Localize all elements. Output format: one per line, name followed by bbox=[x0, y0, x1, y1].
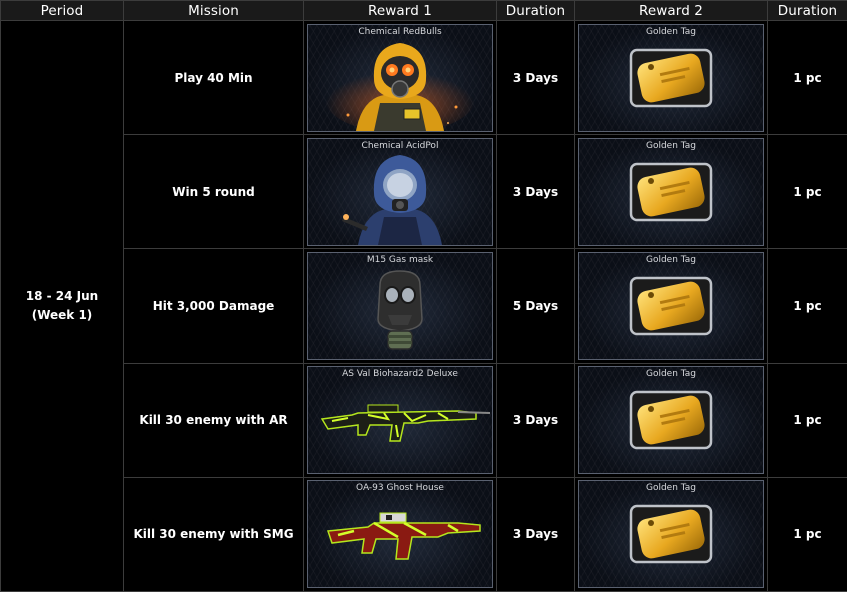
reward-1-item-name: M15 Gas mask bbox=[366, 254, 434, 265]
reward-1-cell: AS Val Biohazard2 Deluxe bbox=[303, 362, 497, 478]
mission-cell: Win 5 round bbox=[123, 134, 304, 250]
duration-1-cell: 3 Days bbox=[496, 134, 575, 250]
header-period: Period bbox=[0, 0, 124, 21]
header-duration-2: Duration bbox=[767, 0, 847, 21]
duration-2-cell: 1 pc bbox=[767, 476, 847, 592]
reward-2-card: Golden Tag bbox=[578, 137, 764, 246]
golden-tag-icon bbox=[629, 276, 713, 336]
header-reward-2: Reward 2 bbox=[574, 0, 768, 21]
reward-1-card: Chemical RedBulls bbox=[307, 23, 493, 132]
reward-2-cell: Golden Tag bbox=[574, 248, 768, 364]
reward-1-cell: M15 Gas mask bbox=[303, 248, 497, 364]
duration-1-cell: 3 Days bbox=[496, 476, 575, 592]
duration-1-cell: 5 Days bbox=[496, 248, 575, 364]
period-week: (Week 1) bbox=[31, 308, 93, 322]
reward-1-card: M15 Gas mask bbox=[307, 251, 493, 360]
hazmat-red-soldier-icon bbox=[325, 42, 475, 131]
duration-1-cell: 3 Days bbox=[496, 19, 575, 136]
table-row: Win 5 round Chemical AcidPol 3 Days Gold… bbox=[1, 134, 847, 250]
reward-2-card: Golden Tag bbox=[578, 480, 764, 589]
reward-1-item-name: AS Val Biohazard2 Deluxe bbox=[342, 369, 458, 380]
reward-2-cell: Golden Tag bbox=[574, 476, 768, 592]
reward-1-card: OA-93 Ghost House bbox=[307, 480, 493, 589]
golden-tag-icon bbox=[629, 505, 713, 564]
reward-2-item-name: Golden Tag bbox=[645, 140, 697, 151]
reward-1-item-name: Chemical AcidPol bbox=[361, 140, 439, 151]
assault-rifle-icon bbox=[320, 404, 491, 442]
reward-2-cell: Golden Tag bbox=[574, 134, 768, 250]
reward-2-item-name: Golden Tag bbox=[645, 26, 697, 37]
duration-2-cell: 1 pc bbox=[767, 19, 847, 136]
table-row: Hit 3,000 Damage M15 Gas mask 5 Days Gol… bbox=[1, 248, 847, 364]
mission-rewards-table: Period Mission Reward 1 Duration Reward … bbox=[0, 0, 847, 592]
gas-mask-icon bbox=[377, 270, 423, 350]
mission-cell: Hit 3,000 Damage bbox=[123, 248, 304, 364]
header-duration-1: Duration bbox=[496, 0, 575, 21]
period-dates: 18 - 24 Jun bbox=[25, 289, 99, 303]
reward-1-cell: Chemical RedBulls bbox=[303, 19, 497, 136]
golden-tag-icon bbox=[629, 48, 713, 107]
hazmat-blue-soldier-icon bbox=[342, 154, 442, 245]
duration-2-cell: 1 pc bbox=[767, 248, 847, 364]
table-row: Kill 30 enemy with SMG OA-93 Ghost House… bbox=[1, 476, 847, 592]
reward-2-item-name: Golden Tag bbox=[645, 254, 697, 265]
header-reward-1: Reward 1 bbox=[303, 0, 497, 21]
mission-cell: Play 40 Min bbox=[123, 19, 304, 136]
header-row: Period Mission Reward 1 Duration Reward … bbox=[0, 0, 847, 21]
reward-1-cell: OA-93 Ghost House bbox=[303, 476, 497, 592]
reward-1-card: Chemical AcidPol bbox=[307, 137, 493, 246]
reward-1-card: AS Val Biohazard2 Deluxe bbox=[307, 366, 493, 475]
reward-2-item-name: Golden Tag bbox=[645, 483, 697, 494]
duration-2-cell: 1 pc bbox=[767, 134, 847, 250]
reward-2-card: Golden Tag bbox=[578, 23, 764, 132]
reward-2-card: Golden Tag bbox=[578, 366, 764, 475]
reward-2-item-name: Golden Tag bbox=[645, 369, 697, 380]
mission-cell: Kill 30 enemy with AR bbox=[123, 362, 304, 478]
submachine-gun-icon bbox=[326, 512, 481, 561]
reward-1-cell: Chemical AcidPol bbox=[303, 134, 497, 250]
duration-1-cell: 3 Days bbox=[496, 362, 575, 478]
golden-tag-icon bbox=[629, 162, 713, 222]
period-cell: 18 - 24 Jun (Week 1) bbox=[0, 20, 124, 592]
duration-2-cell: 1 pc bbox=[767, 362, 847, 478]
header-mission: Mission bbox=[123, 0, 304, 21]
reward-2-cell: Golden Tag bbox=[574, 19, 768, 136]
reward-1-item-name: Chemical RedBulls bbox=[358, 26, 442, 37]
reward-2-card: Golden Tag bbox=[578, 251, 764, 360]
table-row: Kill 30 enemy with AR AS Val Biohazard2 … bbox=[1, 362, 847, 478]
reward-2-cell: Golden Tag bbox=[574, 362, 768, 478]
mission-cell: Kill 30 enemy with SMG bbox=[123, 476, 304, 592]
table-row: 18 - 24 Jun (Week 1) Play 40 Min Chemica… bbox=[0, 19, 847, 592]
golden-tag-icon bbox=[629, 390, 713, 450]
reward-1-item-name: OA-93 Ghost House bbox=[356, 483, 444, 494]
